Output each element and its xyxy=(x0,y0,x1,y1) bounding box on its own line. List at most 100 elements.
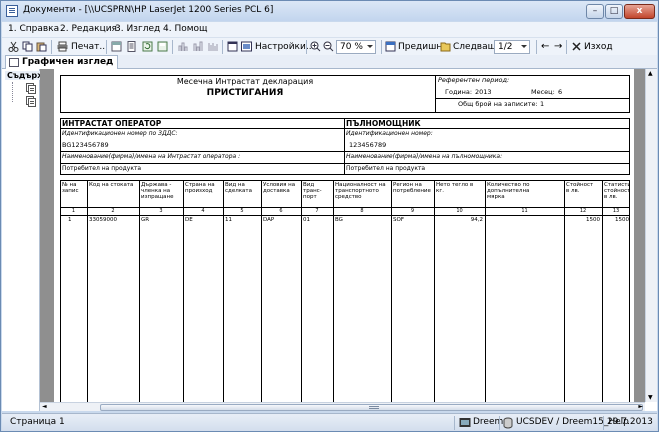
status-bar: Страница 1 Dreem UCSDEV / Dreem15_Help 2… xyxy=(2,413,657,431)
col-header-transport-nationality: Националност на транспортното средство xyxy=(335,182,386,200)
forward-arrow-icon[interactable]: → xyxy=(554,40,562,54)
status-separator xyxy=(499,416,500,430)
toolbar-separator xyxy=(566,40,567,54)
col-number: 3 xyxy=(159,208,163,214)
scroll-up-icon[interactable]: ▲ xyxy=(648,70,653,77)
col-header-code: Код на стоката xyxy=(89,182,134,188)
previous-page-icon[interactable] xyxy=(385,41,396,52)
toolbar-separator xyxy=(51,40,52,54)
chart-column-icon[interactable] xyxy=(193,41,204,52)
horizontal-scrollbar[interactable]: ◄ ► xyxy=(40,402,645,411)
close-button[interactable]: x xyxy=(624,4,655,19)
zoom-value: 70 % xyxy=(340,42,363,52)
zoom-out-icon[interactable] xyxy=(323,41,334,52)
year-value: 2013 xyxy=(475,88,492,96)
cell-delivery-terms: DAP xyxy=(263,217,275,223)
col-number: 11 xyxy=(521,208,528,214)
maximize-button[interactable]: □ xyxy=(605,4,623,19)
col-header-dispatch-country: Държава - членка на изпращане xyxy=(141,182,174,200)
month-label: Месец: xyxy=(531,88,555,96)
chart-grid-icon[interactable] xyxy=(208,41,219,52)
save-icon[interactable] xyxy=(157,41,168,52)
zoom-select[interactable]: 70 % xyxy=(336,40,376,54)
col-number: 10 xyxy=(456,208,463,214)
col-header-quantity: Количество по допълнителна мярка xyxy=(487,182,530,200)
page-thumb-icon xyxy=(28,98,36,107)
menu-view[interactable]: 3. Изглед xyxy=(115,24,160,34)
exit-icon[interactable] xyxy=(571,41,582,52)
divider xyxy=(344,118,345,175)
col-header-delivery-terms: Условия на доставка xyxy=(263,182,296,194)
menu-about[interactable]: 4. Помощ xyxy=(163,24,208,34)
operator-name-label: Наименование(фирма)/имена на Интрастат о… xyxy=(62,153,241,160)
col-header-record: № на запис xyxy=(62,182,79,194)
document-page: Месечна Интрастат декларация ПРИСТИГАНИЯ… xyxy=(54,69,634,402)
cell-code: 33059000 xyxy=(89,217,117,223)
window-title: Документи - [\\UCSPRN\HP LaserJet 1200 S… xyxy=(23,5,274,15)
export-icon[interactable] xyxy=(111,41,122,52)
document-icon[interactable] xyxy=(126,41,137,52)
chevron-down-icon xyxy=(367,45,373,48)
contents-panel: Съдърж xyxy=(2,69,48,411)
settings-icon[interactable] xyxy=(241,41,252,52)
content-area: Съдърж Месечна Интрастат декларация ПРИС… xyxy=(2,69,657,411)
page-thumb-icon xyxy=(28,85,36,94)
scroll-grip xyxy=(369,406,379,409)
exit-button[interactable]: Изход xyxy=(584,40,613,54)
col-number: 6 xyxy=(279,208,283,214)
cut-icon[interactable] xyxy=(8,41,19,52)
page-select[interactable]: 1/2 xyxy=(494,40,530,54)
col-header-transport-mode: Вид транс- порт xyxy=(303,182,322,200)
back-arrow-icon[interactable]: ← xyxy=(541,40,549,54)
cell-statistical-value: 1500 xyxy=(615,217,629,223)
copy-icon[interactable] xyxy=(22,41,33,52)
toolbar-separator xyxy=(222,40,223,54)
minimize-button[interactable]: – xyxy=(586,4,604,19)
horizontal-scroll-thumb[interactable] xyxy=(100,404,643,411)
col-header-value: Стойност в лв. xyxy=(566,182,594,194)
agent-heading: ПЪЛНОМОЩНИК xyxy=(346,119,421,128)
divider xyxy=(435,75,436,113)
printer-icon[interactable] xyxy=(57,41,68,52)
document-view-icon xyxy=(9,58,19,67)
menu-help[interactable]: 1. Справка xyxy=(8,24,59,34)
document-viewport[interactable]: Месечна Интрастат декларация ПРИСТИГАНИЯ… xyxy=(40,69,645,402)
records-label: Общ брой на записите: xyxy=(458,100,538,108)
main-window: Документи - [\\UCSPRN\HP LaserJet 1200 S… xyxy=(0,0,659,432)
scroll-right-icon[interactable]: ► xyxy=(638,403,643,410)
refresh-icon[interactable] xyxy=(142,41,153,52)
operator-name-value: Потребител на продукта xyxy=(62,165,142,172)
col-number: 4 xyxy=(201,208,205,214)
col-header-origin-country: Страна на произход xyxy=(185,182,215,194)
scroll-left-icon[interactable]: ◄ xyxy=(42,403,47,410)
tree-line xyxy=(12,82,13,102)
cell-record: 1 xyxy=(68,217,72,223)
page-setup-icon[interactable] xyxy=(227,41,238,52)
document-title: Месечна Интрастат декларация xyxy=(176,77,314,86)
tab-graphic-view[interactable]: Графичен изглед xyxy=(5,55,119,70)
operator-id-label: Идентификационен номер по ЗДДС: xyxy=(62,130,178,137)
col-number: 2 xyxy=(111,208,115,214)
col-number: 5 xyxy=(240,208,244,214)
toolbar-separator xyxy=(106,40,107,54)
paste-icon[interactable] xyxy=(36,41,47,52)
divider xyxy=(60,163,630,164)
divider xyxy=(435,98,630,99)
chart-bar-icon[interactable] xyxy=(178,41,189,52)
print-button[interactable]: Печат... xyxy=(71,40,108,54)
next-page-icon[interactable] xyxy=(440,41,451,52)
scroll-down-icon[interactable]: ▼ xyxy=(648,394,653,401)
toolbar: Печат... Настройки... 70 % Предишна След… xyxy=(2,37,657,55)
status-page: Страница 1 xyxy=(10,417,65,427)
col-header-statistical-value: Статистическа стойност в лв. xyxy=(604,182,630,200)
user-icon xyxy=(459,418,471,427)
menu-edit[interactable]: 2. Редакция xyxy=(60,24,117,34)
cell-origin-country: DE xyxy=(185,217,193,223)
zoom-in-icon[interactable] xyxy=(310,41,321,52)
toolbar-separator xyxy=(306,40,307,54)
vertical-scrollbar[interactable]: ▲ ▼ xyxy=(645,69,657,402)
agent-name-label: Наименование(фирма)/имена на пълномощник… xyxy=(346,153,503,160)
cell-value: 1500 xyxy=(586,217,600,223)
title-bar: Документи - [\\UCSPRN\HP LaserJet 1200 S… xyxy=(1,1,658,21)
divider xyxy=(60,151,630,152)
